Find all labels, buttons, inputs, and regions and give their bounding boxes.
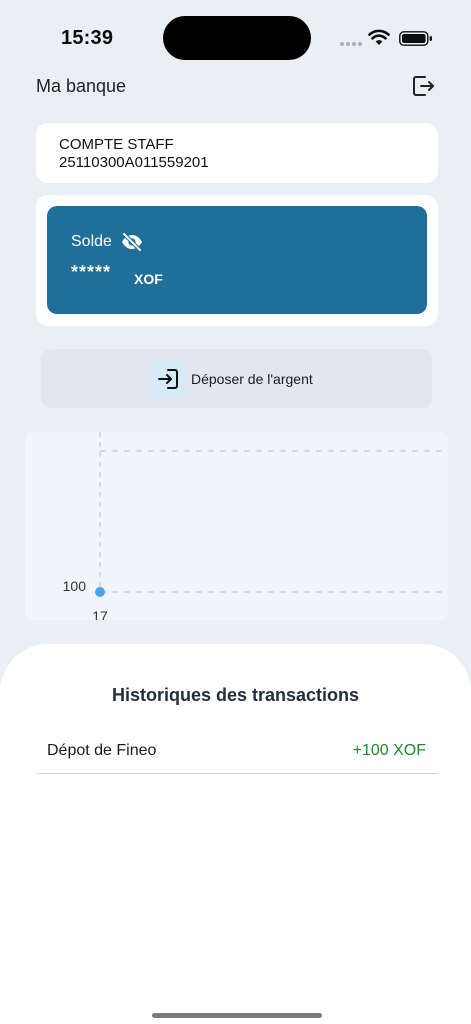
cellular-signal-icon [340,42,364,60]
logout-icon[interactable] [410,73,436,99]
balance-currency: XOF [134,271,163,287]
page-title: Ma banque [36,76,127,96]
balance-card: Solde ***** XOF [47,206,427,314]
deposit-label: Déposer de l'argent [191,371,313,387]
status-time: 15:39 [61,27,114,49]
deposit-button[interactable]: Déposer de l'argent [41,349,432,408]
account-card[interactable]: COMPTE STAFF 25110300A011559201 [36,123,438,183]
eye-off-icon[interactable] [120,230,144,254]
balance-chart: 100 17 [25,432,448,620]
deposit-icon-box [150,361,186,397]
transaction-amount: +100 XOF [352,742,426,759]
balance-label: Solde [71,233,112,250]
account-name: COMPTE STAFF [59,136,174,153]
app-header: Ma banque [0,66,471,106]
wifi-icon [368,29,390,45]
chart-data-point [95,587,105,597]
history-title: Historiques des transactions [111,685,360,705]
chart-x-tick-label: 17 [92,608,108,620]
transaction-row[interactable]: Dépot de Fineo +100 XOF [36,729,438,774]
balance-value: ***** [71,262,112,282]
battery-icon [399,31,432,46]
transaction-label: Dépot de Fineo [47,742,157,759]
home-indicator[interactable] [152,1013,322,1018]
transaction-history-sheet: Historiques des transactions Dépot de Fi… [0,644,471,1024]
status-bar: 15:39 [0,0,471,70]
chart-svg: 100 17 [63,432,445,620]
chart-y-tick-label: 100 [63,578,87,594]
login-arrow-icon [158,369,178,389]
account-number: 25110300A011559201 [59,154,209,171]
dynamic-island [163,16,311,60]
status-icons [338,28,438,48]
balance-container: Solde ***** XOF [36,195,438,326]
